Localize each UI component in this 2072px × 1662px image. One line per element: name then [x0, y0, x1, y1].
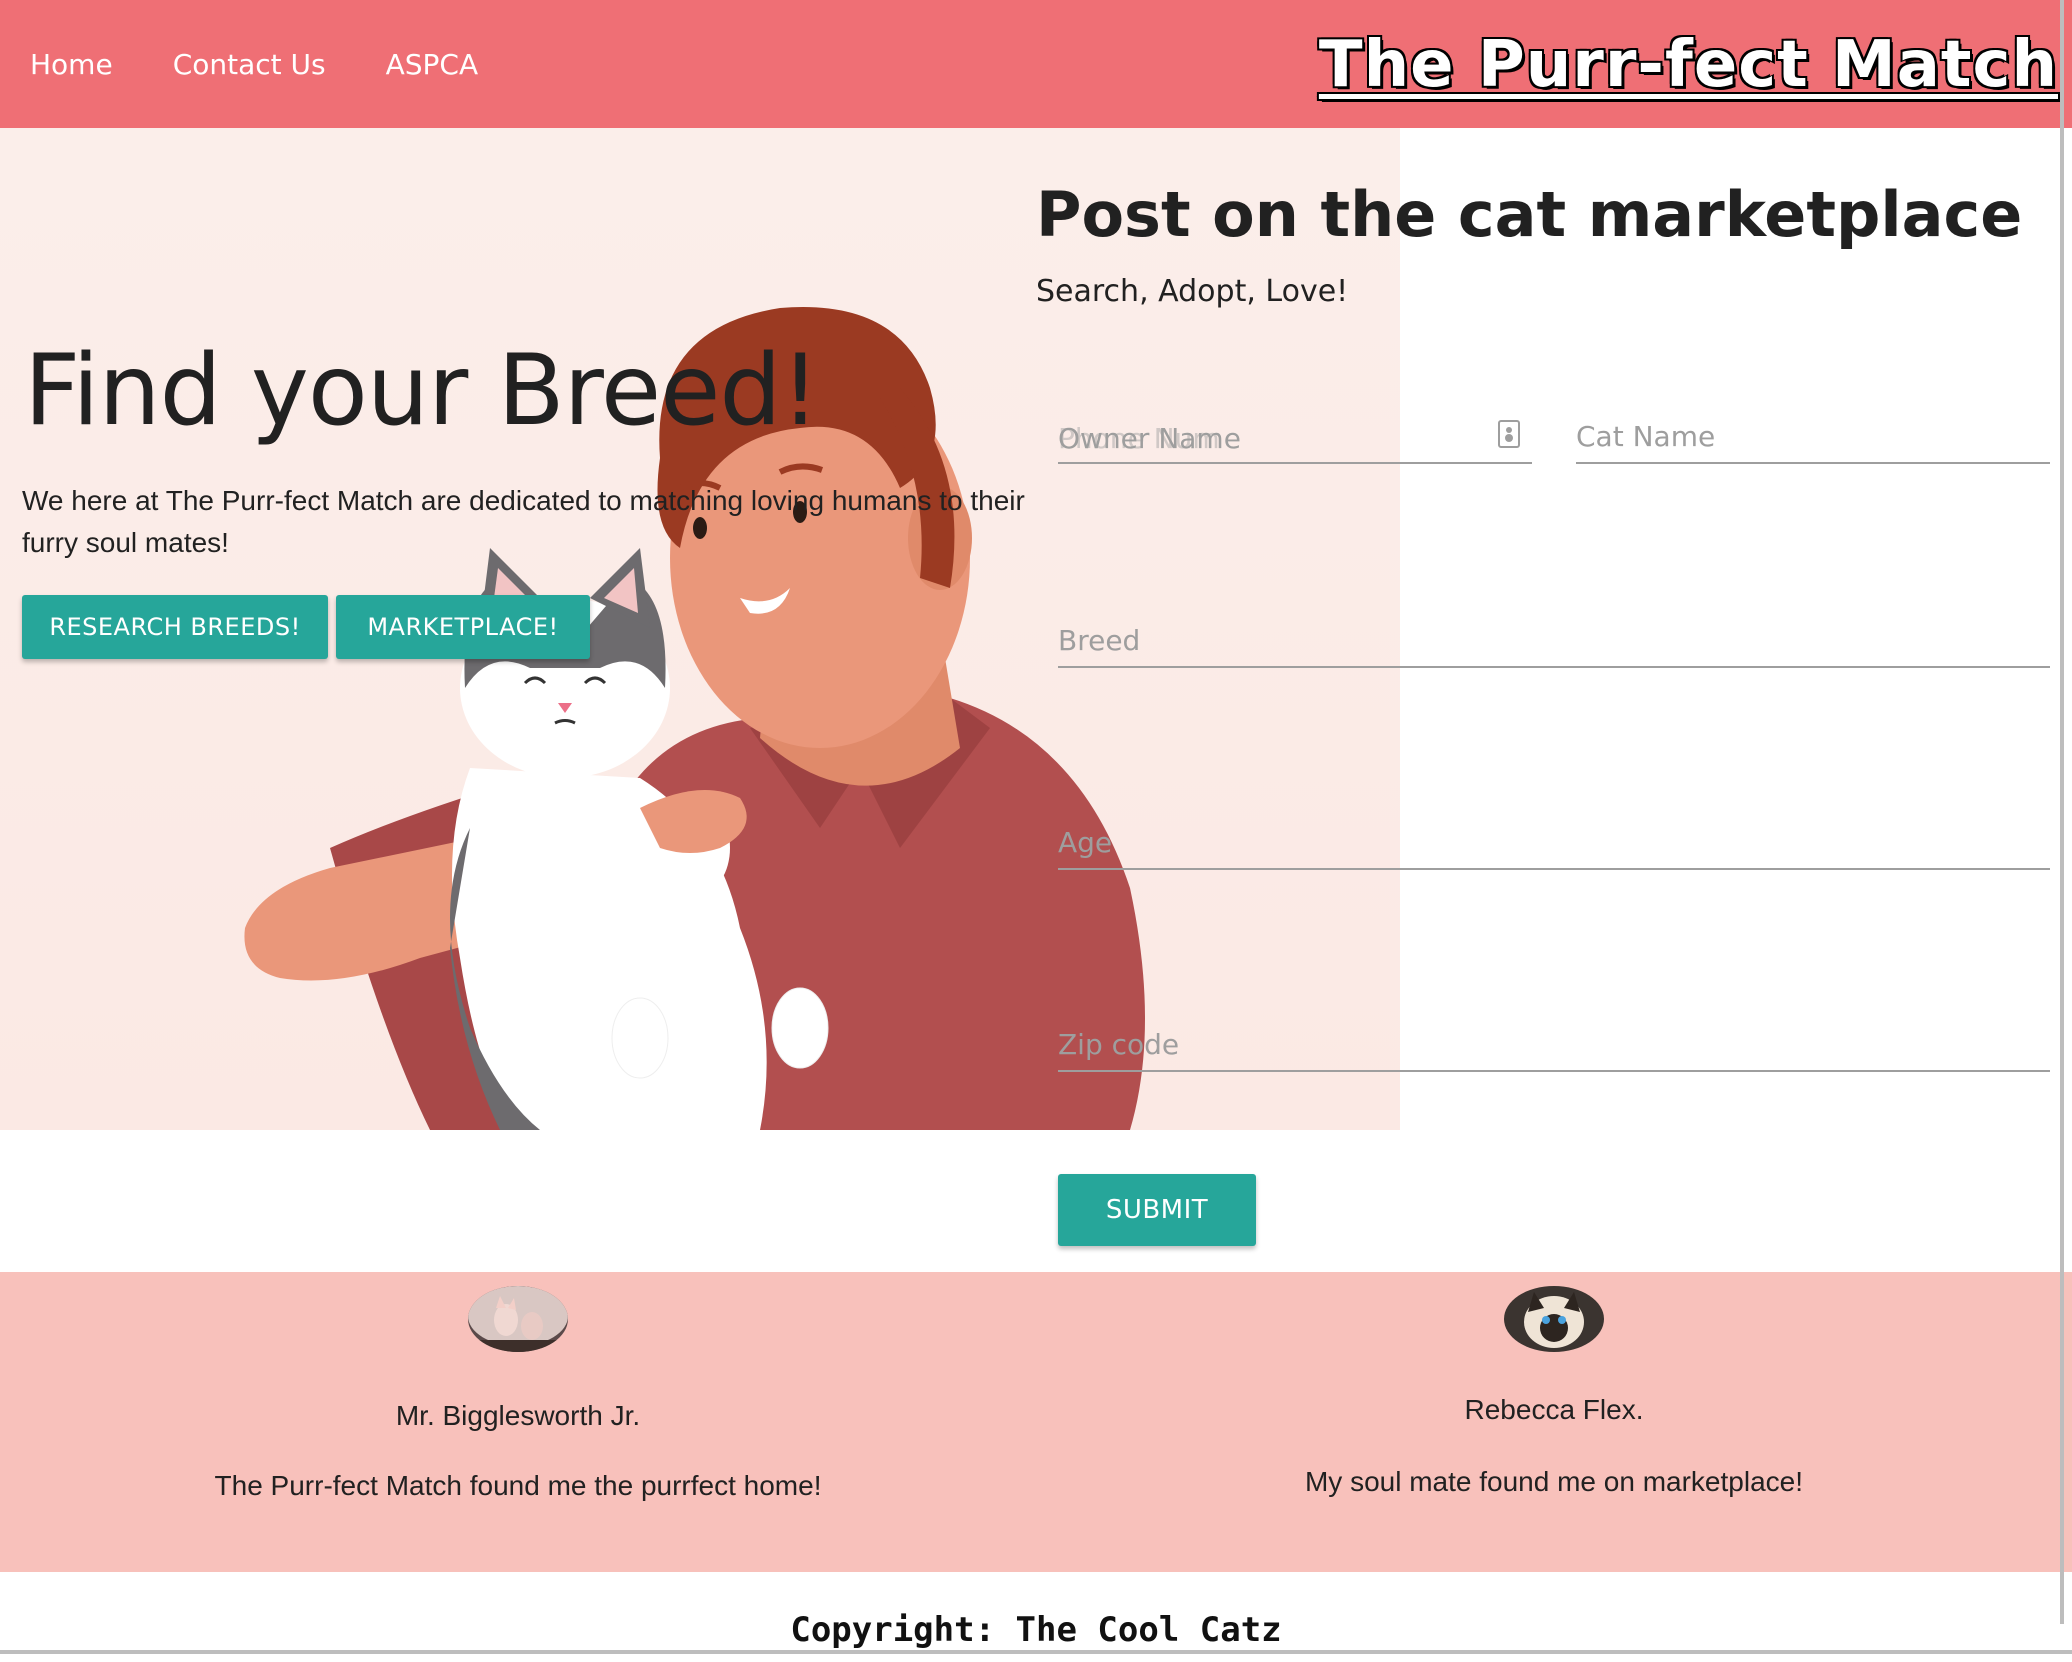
hero-description: We here at The Purr-fect Match are dedic… — [22, 485, 1025, 558]
testimonial-name: Rebecca Flex. — [1464, 1394, 1644, 1425]
cat-name-input[interactable] — [1576, 410, 2050, 462]
nav-link-home[interactable]: Home — [30, 48, 113, 81]
copyright-text: Copyright: The Cool Catz — [790, 1610, 1282, 1650]
testimonial-quote: My soul mate found me on marketplace! — [1304, 1466, 1803, 1497]
testimonial-quote: The Purr-fect Match found me the purrfec… — [214, 1470, 822, 1501]
research-breeds-button[interactable]: RESEARCH BREEDS! — [22, 595, 328, 659]
footer: Copyright: The Cool Catz — [0, 1572, 2072, 1662]
contact-card-icon[interactable] — [1498, 420, 1520, 448]
age-input[interactable] — [1058, 816, 2050, 868]
testimonials-section: Mr. Bigglesworth Jr. The Purr-fect Match… — [0, 1272, 2072, 1572]
cat-name-field[interactable] — [1576, 410, 2050, 464]
testimonial-card: Rebecca Flex. My soul mate found me on m… — [1036, 1272, 2072, 1572]
footer-divider — [0, 1650, 2072, 1654]
breed-field[interactable] — [1058, 614, 2050, 668]
brand-logo[interactable]: The Purr-fect Match — [1319, 28, 2058, 102]
avatar — [468, 1286, 568, 1352]
navbar: Home Contact Us ASPCA The Purr-fect Matc… — [0, 0, 2072, 128]
testimonial-name: Mr. Bigglesworth Jr. — [395, 1400, 641, 1431]
marketplace-button[interactable]: MARKETPLACE! — [336, 595, 590, 659]
zip-code-input[interactable] — [1058, 1018, 2050, 1070]
form-title: Post on the cat marketplace — [1036, 178, 2023, 251]
owner-name-label: Owner Name — [1058, 422, 1241, 455]
submit-button[interactable]: SUBMIT — [1058, 1174, 1256, 1246]
hero-title: Find your Breed! — [24, 334, 820, 448]
breed-input[interactable] — [1058, 614, 2050, 666]
page-edge-divider — [2060, 0, 2064, 1624]
form-subtitle: Search, Adopt, Love! — [1036, 274, 1349, 309]
age-field[interactable] — [1058, 816, 2050, 870]
zip-code-field[interactable] — [1058, 1018, 2050, 1072]
avatar — [1504, 1286, 1604, 1352]
owner-name-field[interactable]: Owner Name Phone Num — [1058, 410, 1532, 464]
nav-links: Home Contact Us ASPCA — [30, 0, 478, 128]
nav-link-contact-us[interactable]: Contact Us — [173, 48, 326, 81]
testimonial-card: Mr. Bigglesworth Jr. The Purr-fect Match… — [0, 1272, 1036, 1572]
phone-placeholder-overlay: Phone Num — [1058, 422, 1220, 455]
nav-link-aspca[interactable]: ASPCA — [386, 48, 479, 81]
